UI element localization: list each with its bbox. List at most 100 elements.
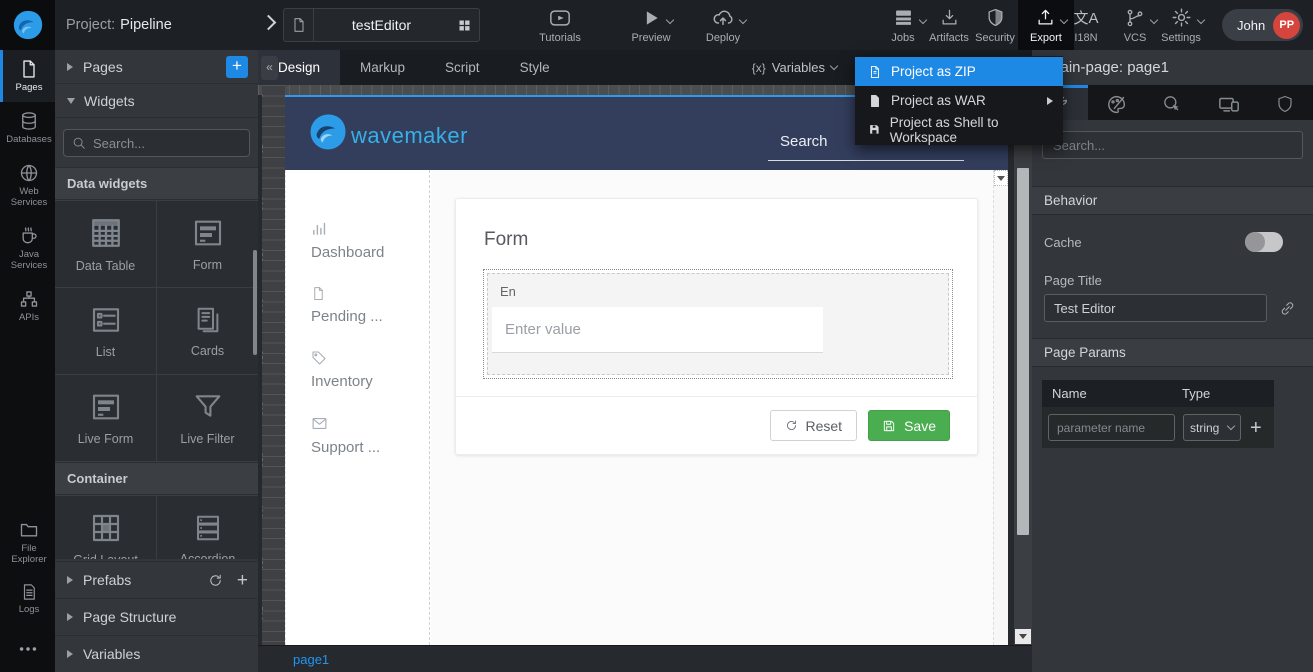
sidebar-item-apis[interactable]: APIs: [0, 280, 55, 332]
sidebar-item-label: Databases: [6, 135, 51, 146]
sidebar-item-pages[interactable]: Pages: [0, 50, 55, 102]
chevron-down-icon[interactable]: [739, 15, 747, 23]
tab-styles[interactable]: [1088, 85, 1144, 120]
design-canvas-page[interactable]: wavemaker Search Dashboard Pending ... I…: [285, 95, 1008, 645]
widget-search-input[interactable]: [93, 136, 233, 151]
user-menu[interactable]: John PP: [1222, 9, 1303, 41]
widget-live-filter[interactable]: Live Filter: [157, 375, 258, 461]
vertical-ruler: 050100150200250300350400450500: [262, 85, 285, 645]
sidebar-item-file-explorer[interactable]: File Explorer: [0, 511, 55, 574]
form-fieldset[interactable]: En: [483, 269, 953, 379]
collapse-panel-button[interactable]: «: [261, 56, 278, 80]
variables-section-header[interactable]: Variables: [55, 635, 258, 672]
sidebar-item-label: Pages: [16, 83, 43, 94]
wavemaker-logo[interactable]: [0, 0, 55, 50]
menu-item-project-as-shell[interactable]: Project as Shell to Workspace: [855, 115, 1063, 144]
add-prefab-button[interactable]: +: [237, 571, 248, 590]
gear-icon: [1171, 7, 1192, 28]
save-button[interactable]: Save: [868, 410, 950, 441]
nav-item-support[interactable]: Support ...: [286, 415, 429, 457]
tab-security[interactable]: [1257, 85, 1313, 120]
chevron-down-icon[interactable]: [666, 15, 674, 23]
bind-link-icon[interactable]: [1279, 300, 1296, 317]
prefabs-section-header[interactable]: Prefabs +: [55, 561, 258, 598]
widget-list[interactable]: List: [55, 288, 156, 374]
widget-grid-layout[interactable]: Grid Layout: [55, 496, 156, 559]
page-inner-scrollbar[interactable]: [993, 170, 1008, 645]
jobs-button[interactable]: Jobs: [878, 0, 928, 50]
tutorials-label: Tutorials: [539, 32, 581, 44]
tab-inspect[interactable]: [1144, 85, 1200, 120]
editor-tab-testeditor[interactable]: testEditor: [283, 8, 480, 42]
grid-view-icon[interactable]: [449, 18, 479, 33]
scroll-down-button[interactable]: [1015, 629, 1031, 644]
widget-form[interactable]: Form: [157, 201, 258, 287]
nav-item-dashboard[interactable]: Dashboard: [286, 220, 429, 262]
widget-accordion[interactable]: Accordion: [157, 496, 258, 559]
add-page-button[interactable]: +: [226, 56, 248, 78]
page-tab-page1[interactable]: page1: [293, 652, 329, 667]
menu-item-project-as-zip[interactable]: Project as ZIP: [855, 57, 1063, 86]
pages-section-header[interactable]: Pages +: [55, 50, 258, 84]
export-label: Export: [1030, 32, 1062, 44]
variables-dropdown-button[interactable]: {x} Variables: [752, 60, 837, 75]
nav-item-pending[interactable]: Pending ...: [286, 286, 429, 326]
i18n-button[interactable]: 文A I18N: [1064, 0, 1108, 50]
nav-item-inventory[interactable]: Inventory: [286, 350, 429, 391]
properties-search-box[interactable]: [1042, 131, 1303, 159]
reset-button[interactable]: Reset: [770, 410, 858, 441]
widgets-section-header[interactable]: Widgets: [55, 84, 258, 118]
preview-button[interactable]: Preview: [620, 0, 682, 50]
chevron-down-icon[interactable]: [1196, 15, 1204, 23]
chevron-right-icon: [261, 15, 277, 31]
left-panel-scrollbar[interactable]: [253, 250, 257, 355]
page-title-input[interactable]: [1044, 294, 1267, 322]
download-icon: [940, 8, 959, 27]
page-params-section-header[interactable]: Page Params: [1032, 338, 1313, 367]
tab-markup[interactable]: Markup: [340, 50, 425, 85]
activity-bar: Pages Databases Web Services Java Servic…: [0, 50, 55, 672]
add-param-button[interactable]: +: [1250, 418, 1262, 438]
canvas-scrollbar[interactable]: [1014, 85, 1032, 645]
param-name-input[interactable]: [1048, 414, 1175, 441]
nav-label: Dashboard: [311, 244, 384, 261]
globe-icon: [19, 163, 39, 183]
widget-live-form[interactable]: Live Form: [55, 375, 156, 461]
properties-tab-bar: [1032, 85, 1313, 120]
scroll-arrow-button[interactable]: [994, 170, 1008, 186]
menu-item-project-as-war[interactable]: Project as WAR: [855, 86, 1063, 115]
security-button[interactable]: Security: [968, 0, 1022, 50]
sidebar-item-web-services[interactable]: Web Services: [0, 154, 55, 217]
settings-button[interactable]: Settings: [1156, 0, 1206, 50]
form-title: Form: [456, 199, 977, 251]
tab-style[interactable]: Style: [500, 50, 570, 85]
left-panel: Pages + Widgets Data widgets Data Table …: [55, 50, 258, 672]
more-options-button[interactable]: [0, 624, 55, 672]
widget-label: Accordion: [180, 552, 236, 560]
database-icon: [19, 111, 39, 131]
form-widget-card[interactable]: Form En Reset Save: [455, 198, 978, 455]
menu-item-label: Project as Shell to Workspace: [890, 115, 1053, 145]
widget-cards[interactable]: Cards: [157, 288, 258, 374]
widget-label: Grid Layout: [73, 553, 138, 560]
properties-search-input[interactable]: [1043, 138, 1302, 153]
widget-search-box[interactable]: [63, 129, 250, 157]
vcs-button[interactable]: VCS: [1112, 0, 1158, 50]
scrollbar-thumb[interactable]: [1017, 168, 1029, 535]
sidebar-item-databases[interactable]: Databases: [0, 102, 55, 154]
param-type-select[interactable]: string: [1183, 414, 1241, 441]
cache-toggle[interactable]: [1245, 232, 1283, 252]
sidebar-item-label: APIs: [19, 313, 39, 324]
tab-script[interactable]: Script: [425, 50, 500, 85]
refresh-icon[interactable]: [208, 573, 223, 588]
page-structure-section-header[interactable]: Page Structure: [55, 598, 258, 635]
tab-devices[interactable]: [1201, 85, 1257, 120]
form-text-input[interactable]: [492, 307, 823, 353]
sidebar-item-logs[interactable]: Logs: [0, 574, 55, 624]
sidebar-item-java-services[interactable]: Java Services: [0, 217, 55, 280]
user-name: John: [1237, 18, 1265, 33]
deploy-button[interactable]: Deploy: [694, 0, 752, 50]
tutorials-button[interactable]: Tutorials: [530, 0, 590, 50]
behavior-section-header[interactable]: Behavior: [1032, 186, 1313, 215]
widget-data-table[interactable]: Data Table: [55, 201, 156, 287]
